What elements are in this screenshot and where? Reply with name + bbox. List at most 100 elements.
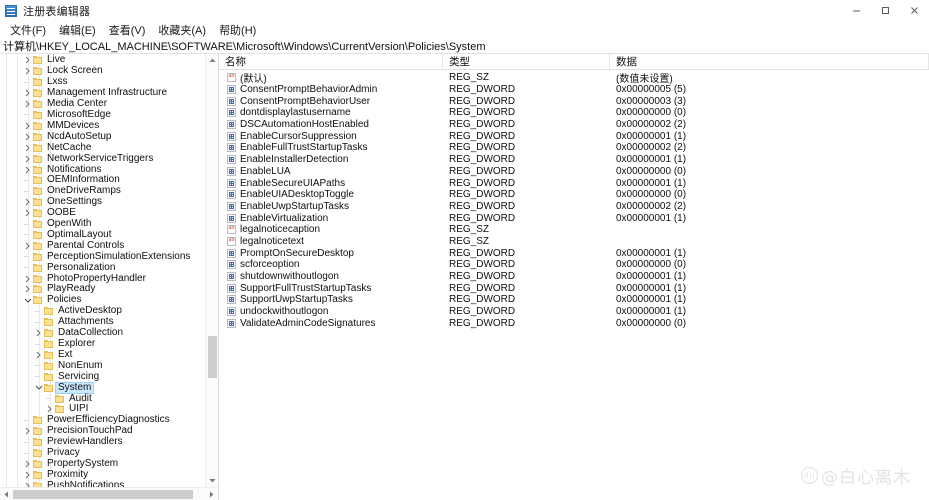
minimize-button[interactable] <box>842 0 871 21</box>
tree-item-activedesktop[interactable]: ActiveDesktop <box>0 306 218 317</box>
tree-item-ncdautosetup[interactable]: NcdAutoSetup <box>0 131 218 142</box>
value-row[interactable]: legalnoticecaption REG_SZ <box>219 224 929 236</box>
tree-item-photopropertyhandler[interactable]: PhotoPropertyHandler <box>0 273 218 284</box>
menu-view[interactable]: 查看(V) <box>103 21 153 39</box>
tree-item-personalization[interactable]: Personalization <box>0 262 218 273</box>
menu-help[interactable]: 帮助(H) <box>213 21 263 39</box>
value-row[interactable]: PromptOnSecureDesktop REG_DWORD 0x00000001… <box>219 247 929 259</box>
scroll-up-icon[interactable] <box>206 54 218 67</box>
address-bar[interactable]: 计算机\HKEY_LOCAL_MACHINE\SOFTWARE\Microsof… <box>0 38 929 54</box>
value-row[interactable]: undockwithoutlogon REG_DWORD 0x00000001 (1… <box>219 306 929 318</box>
tree-item-audit[interactable]: Audit <box>0 393 218 404</box>
chevron-right-icon[interactable] <box>22 143 33 153</box>
value-row[interactable]: (默认)REG_SZ(数值未设置) <box>219 72 929 85</box>
column-header-type[interactable]: 类型 <box>443 54 610 69</box>
chevron-right-icon[interactable] <box>22 55 33 65</box>
tree-item-policies[interactable]: Policies <box>0 295 218 306</box>
tree-item-oeminformation[interactable]: OEMInformation <box>0 175 218 186</box>
tree-item-management-infrastructure[interactable]: Management Infrastructure <box>0 88 218 99</box>
value-row[interactable]: scforceoption REG_DWORD 0x00000000 (0) <box>219 259 929 271</box>
chevron-right-icon[interactable] <box>22 165 33 175</box>
tree-horizontal-scrollbar[interactable] <box>0 487 218 500</box>
tree-item-system[interactable]: System <box>0 381 218 394</box>
scroll-right-icon[interactable] <box>205 488 218 500</box>
value-row[interactable]: EnableVirtualization REG_DWORD 0x00000001 … <box>219 212 929 224</box>
tree-item-proximity[interactable]: Proximity <box>0 469 218 480</box>
chevron-right-icon[interactable] <box>22 99 33 109</box>
hscroll-thumb[interactable] <box>13 489 193 499</box>
chevron-right-icon[interactable] <box>44 404 55 414</box>
chevron-right-icon[interactable] <box>22 197 33 207</box>
menu-edit[interactable]: 编辑(E) <box>53 21 103 39</box>
value-row[interactable]: EnableInstallerDetection REG_DWORD 0x00000… <box>219 154 929 166</box>
value-row[interactable]: EnableCursorSuppression REG_DWORD 0x000000… <box>219 130 929 142</box>
tree-item-media-center[interactable]: Media Center <box>0 99 218 110</box>
tree-item-powerefficiencydiagnostics[interactable]: PowerEfficiencyDiagnostics <box>0 415 218 426</box>
tree-item-optimallayout[interactable]: OptimalLayout <box>0 229 218 241</box>
scroll-left-icon[interactable] <box>0 488 13 500</box>
chevron-right-icon[interactable] <box>22 132 33 142</box>
value-row[interactable]: EnableLUA REG_DWORD 0x00000000 (0) <box>219 166 929 178</box>
tree-item-notifications[interactable]: Notifications <box>0 164 218 175</box>
tree-item-precisiontouchpad[interactable]: PrecisionTouchPad <box>0 426 218 437</box>
column-header-name[interactable]: 名称 <box>219 54 443 69</box>
value-row[interactable]: SupportUwpStartupTasks REG_DWORD 0x0000000… <box>219 294 929 306</box>
value-row[interactable]: DSCAutomationHostEnabled REG_DWORD 0x00000… <box>219 119 929 131</box>
chevron-right-icon[interactable] <box>22 470 33 480</box>
column-header-data[interactable]: 数据 <box>610 54 929 69</box>
tree-item-netcache[interactable]: NetCache <box>0 142 218 153</box>
chevron-right-icon[interactable] <box>22 284 33 294</box>
scroll-down-icon[interactable] <box>206 474 218 487</box>
chevron-right-icon[interactable] <box>22 459 33 469</box>
tree-item-lxss[interactable]: Lxss <box>0 77 218 88</box>
chevron-right-icon[interactable] <box>33 328 44 338</box>
tree-item-privacy[interactable]: Privacy <box>0 448 218 459</box>
tree-item-previewhandlers[interactable]: PreviewHandlers <box>0 437 218 448</box>
tree-item-servicing[interactable]: Servicing <box>0 371 218 382</box>
value-row[interactable]: EnableUwpStartupTasks REG_DWORD 0x00000002… <box>219 201 929 213</box>
chevron-right-icon[interactable] <box>33 350 44 360</box>
chevron-down-icon[interactable] <box>33 383 44 393</box>
tree-item-uipi[interactable]: UIPI <box>0 404 218 415</box>
tree-item-perceptionsimulationextensions[interactable]: PerceptionSimulationExtensions <box>0 251 218 262</box>
menu-favorites[interactable]: 收藏夹(A) <box>152 21 213 39</box>
chevron-right-icon[interactable] <box>22 426 33 436</box>
tree-item-datacollection[interactable]: DataCollection <box>0 328 218 339</box>
tree-item-onedriveramps[interactable]: OneDriveRamps <box>0 186 218 197</box>
tree-item-explorer[interactable]: Explorer <box>0 339 218 350</box>
value-row[interactable]: SupportFullTrustStartupTasks REG_DWORD 0x0… <box>219 282 929 294</box>
value-row[interactable]: legalnoticetext REG_SZ <box>219 236 929 248</box>
hscroll-track[interactable] <box>13 488 205 500</box>
tree-item-parental-controls[interactable]: Parental Controls <box>0 240 218 251</box>
value-row[interactable]: EnableUIADesktopToggle REG_DWORD 0x0000000… <box>219 189 929 201</box>
value-row[interactable]: ConsentPromptBehaviorAdmin REG_DWORD 0x000… <box>219 84 929 96</box>
tree-item-nonenum[interactable]: NonEnum <box>0 360 218 371</box>
chevron-right-icon[interactable] <box>22 66 33 76</box>
tree-item-playready[interactable]: PlayReady <box>0 284 218 295</box>
tree-item-networkservicetriggers[interactable]: NetworkServiceTriggers <box>0 153 218 164</box>
chevron-down-icon[interactable] <box>22 295 33 305</box>
tree-scroll-thumb[interactable] <box>208 336 217 378</box>
value-row[interactable]: ConsentPromptBehaviorUser REG_DWORD 0x0000… <box>219 95 929 107</box>
tree-item-pushnotifications[interactable]: PushNotifications <box>0 480 218 487</box>
tree-item-microsoftedge[interactable]: MicrosoftEdge <box>0 109 218 121</box>
value-row[interactable]: shutdownwithoutlogon REG_DWORD 0x00000001 … <box>219 271 929 283</box>
value-row[interactable]: EnableFullTrustStartupTasks REG_DWORD 0x00… <box>219 142 929 154</box>
chevron-right-icon[interactable] <box>22 154 33 164</box>
chevron-right-icon[interactable] <box>22 88 33 98</box>
tree-item-openwith[interactable]: OpenWith <box>0 219 218 230</box>
tree-item-lock-screen[interactable]: Lock Screen <box>0 66 218 77</box>
tree-item-oobe[interactable]: OOBE <box>0 208 218 219</box>
chevron-right-icon[interactable] <box>22 208 33 218</box>
maximize-button[interactable] <box>871 0 900 21</box>
value-row[interactable]: EnableSecureUIAPaths REG_DWORD 0x00000001 … <box>219 177 929 189</box>
chevron-right-icon[interactable] <box>22 274 33 284</box>
value-row[interactable]: ValidateAdminCodeSignatures REG_DWORD 0x00… <box>219 317 929 329</box>
tree-item-ext[interactable]: Ext <box>0 349 218 360</box>
tree-item-attachments[interactable]: Attachments <box>0 317 218 328</box>
tree-vertical-scrollbar[interactable] <box>205 54 218 487</box>
menu-file[interactable]: 文件(F) <box>4 21 53 39</box>
tree-item-propertysystem[interactable]: PropertySystem <box>0 458 218 470</box>
value-row[interactable]: dontdisplaylastusername REG_DWORD 0x000000… <box>219 107 929 119</box>
close-button[interactable] <box>900 0 929 21</box>
